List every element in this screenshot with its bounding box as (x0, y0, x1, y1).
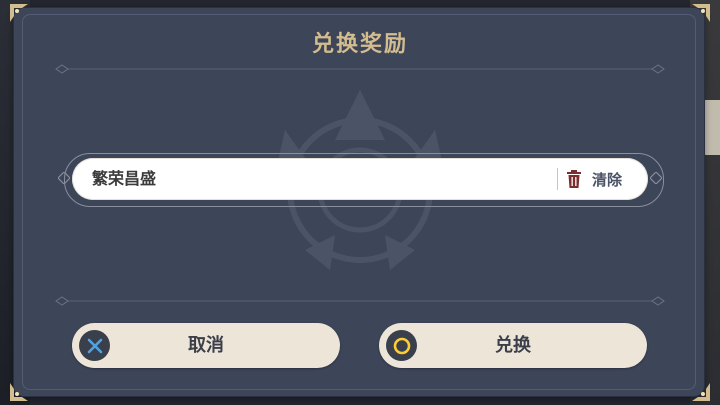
diamond-ornament-icon (650, 172, 662, 184)
clear-button-label: 清除 (592, 170, 623, 189)
trash-icon (567, 170, 581, 188)
diamond-ornament-icon (58, 172, 70, 184)
redeem-button-label: 兑换 (495, 335, 531, 356)
corner-ornament-icon (10, 383, 28, 401)
redeem-button[interactable]: 兑换 (379, 323, 647, 368)
dialog-title: 兑换奖励 (311, 32, 408, 57)
redeem-code-input[interactable]: 繁荣昌盛 清除 (72, 158, 648, 200)
corner-ornament-icon (692, 383, 710, 401)
corner-ornament-icon (10, 4, 28, 22)
corner-ornament-icon (692, 4, 710, 22)
clear-button[interactable]: 清除 (566, 158, 622, 200)
redeem-code-value[interactable]: 繁荣昌盛 (92, 158, 156, 200)
ornamental-divider-top (55, 64, 665, 74)
input-separator (557, 168, 558, 190)
cancel-button-label: 取消 (188, 335, 224, 356)
cancel-button[interactable]: 取消 (72, 323, 340, 368)
ornamental-divider-bottom (55, 296, 665, 306)
